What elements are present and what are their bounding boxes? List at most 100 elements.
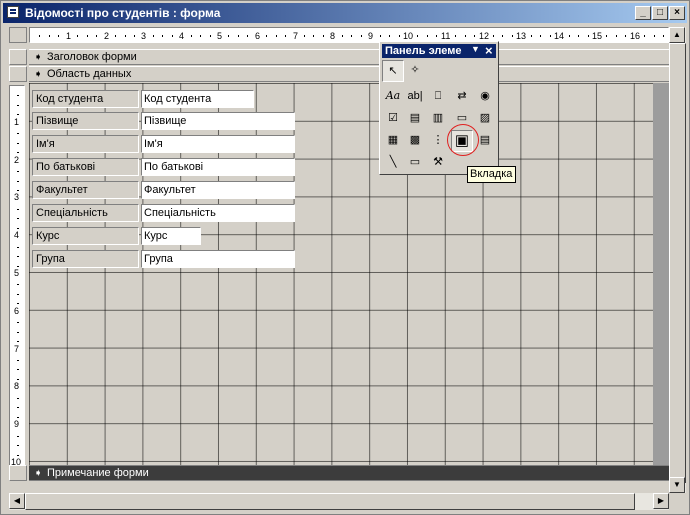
bound-object-frame-icon[interactable]: ▩ (404, 130, 426, 152)
ruler-tick (531, 35, 532, 37)
ruler-number: 7 (293, 31, 299, 41)
minimize-button[interactable]: _ (635, 6, 651, 20)
ruler-number: 2 (14, 155, 20, 165)
field-label[interactable]: Спеціальність (32, 204, 139, 222)
ruler-tick (17, 294, 19, 295)
field-label[interactable]: Група (32, 250, 139, 268)
field-label[interactable]: Факультет (32, 181, 139, 199)
more-controls-icon[interactable]: ⚒ (427, 152, 449, 174)
field-textbox[interactable]: Група (141, 250, 295, 268)
ruler-tick (39, 35, 40, 37)
detail-label: Область данных (47, 68, 132, 80)
form-footer-band[interactable]: ➧ Примечание форми (29, 465, 669, 481)
horizontal-ruler[interactable]: 1 2 3 4 5 6 7 8 9 10 11 12 13 14 15 16 (29, 27, 669, 43)
maximize-button[interactable]: □ (652, 6, 668, 20)
image-icon[interactable]: ▨ (474, 108, 496, 130)
field-label[interactable]: Ім'я (32, 135, 139, 153)
footer-area[interactable] (29, 481, 669, 493)
page-break-icon[interactable]: ⋮ (427, 130, 449, 152)
section-arrow-icon: ➧ (34, 52, 43, 63)
toolbox-dropdown-icon[interactable]: ▼ (471, 44, 480, 54)
toolbox-title-bar[interactable]: Панель элеме ▼ × (382, 43, 496, 58)
ruler-tick (474, 35, 475, 37)
control-wizards-icon[interactable]: ✧ (404, 60, 426, 82)
field-textbox[interactable]: Код студента (141, 90, 254, 108)
section-arrow-icon: ➧ (34, 69, 43, 80)
field-label[interactable]: Пізвище (32, 112, 139, 130)
window-title: Відомості про студентів : форма (25, 6, 221, 20)
ruler-tick (134, 35, 135, 37)
ruler-tick (285, 35, 286, 37)
detail-band[interactable]: ➧ Область данных (29, 66, 669, 82)
unbound-object-frame-icon[interactable]: ▦ (382, 130, 404, 152)
ruler-tick (550, 35, 551, 37)
ruler-tick (493, 35, 494, 37)
option-button-icon[interactable]: ◉ (474, 86, 496, 108)
scroll-right-icon[interactable]: ▶ (653, 493, 669, 509)
ruler-tick (436, 35, 437, 37)
ruler-tick (17, 143, 19, 144)
ruler-tick (58, 35, 59, 37)
textbox-icon[interactable]: ab| (404, 86, 426, 108)
footer-section-selector[interactable] (9, 465, 27, 481)
horizontal-scroll-thumb[interactable] (25, 493, 635, 510)
field-textbox[interactable]: Факультет (141, 181, 295, 199)
horizontal-scrollbar[interactable]: ◀ ▶ (9, 493, 669, 510)
checkbox-icon[interactable]: ☑ (382, 108, 404, 130)
ruler-number: 1 (66, 31, 72, 41)
toolbox-panel[interactable]: Панель элеме ▼ × ↖ ✧ Aa ab| ⎕ ⇄ ◉ ☑ ▤ ▥ ▭ ▨ ▦ ▩ ⋮ ▣ ▤ ╲ ▭ ⚒ (379, 41, 499, 175)
ruler-tick (17, 228, 19, 229)
ruler-tick (17, 171, 19, 172)
ruler-tick (115, 35, 116, 37)
ruler-number: 5 (14, 268, 20, 278)
ruler-tick (17, 407, 19, 408)
vertical-scroll-thumb[interactable] (669, 43, 686, 483)
ruler-number: 4 (14, 230, 20, 240)
form-header-band[interactable]: ➧ Заголовок форми (29, 49, 669, 65)
label-icon[interactable]: Aa (382, 86, 404, 108)
combo-box-icon[interactable]: ▤ (404, 108, 426, 130)
scroll-left-icon[interactable]: ◀ (9, 493, 25, 509)
scroll-up-icon[interactable]: ▲ (669, 27, 685, 43)
ruler-number: 7 (14, 344, 20, 354)
scroll-down-icon[interactable]: ▼ (669, 477, 685, 493)
field-label[interactable]: Курс (32, 227, 139, 245)
ruler-tick (465, 35, 466, 37)
form-selector[interactable] (9, 27, 27, 43)
option-group-icon[interactable]: ⎕ (427, 86, 449, 108)
list-box-icon[interactable]: ▥ (427, 108, 449, 130)
form-background (653, 83, 669, 465)
select-objects-icon[interactable]: ↖ (382, 60, 404, 82)
close-button[interactable]: × (669, 6, 685, 20)
field-textbox[interactable]: Спеціальність (141, 204, 295, 222)
field-textbox[interactable]: Курс (141, 227, 201, 245)
toolbox-close-icon[interactable]: × (485, 43, 493, 58)
field-label[interactable]: Код студента (32, 90, 139, 108)
field-textbox[interactable]: По батькові (141, 158, 295, 176)
ruler-tick (17, 445, 19, 446)
ruler-tick (380, 35, 381, 37)
vertical-scrollbar[interactable]: ▲ ▼ (669, 27, 686, 493)
vertical-ruler[interactable]: 1 2 3 4 5 6 7 8 9 10 (9, 85, 25, 467)
ruler-tick (616, 35, 617, 37)
ruler-tick (153, 35, 154, 37)
form-footer-label: Примечание форми (47, 467, 149, 479)
ruler-tick (238, 35, 239, 37)
ruler-tick (17, 133, 19, 134)
field-label[interactable]: По батькові (32, 158, 139, 176)
ruler-tick (191, 35, 192, 37)
ruler-tick (625, 35, 626, 37)
detail-section-selector[interactable] (9, 66, 27, 82)
ruler-number: 9 (14, 419, 20, 429)
field-textbox[interactable]: Ім'я (141, 135, 295, 153)
field-textbox[interactable]: Пізвище (141, 112, 295, 130)
ruler-tick (17, 247, 19, 248)
ruler-tick (455, 35, 456, 37)
rectangle-icon[interactable]: ▭ (404, 152, 426, 174)
line-icon[interactable]: ╲ (382, 152, 404, 174)
ruler-number: 8 (14, 381, 20, 391)
toggle-button-icon[interactable]: ⇄ (451, 86, 473, 108)
header-section-selector[interactable] (9, 49, 27, 65)
title-bar[interactable]: Відомості про студентів : форма _ □ × (3, 3, 687, 23)
ruler-tick (276, 35, 277, 37)
